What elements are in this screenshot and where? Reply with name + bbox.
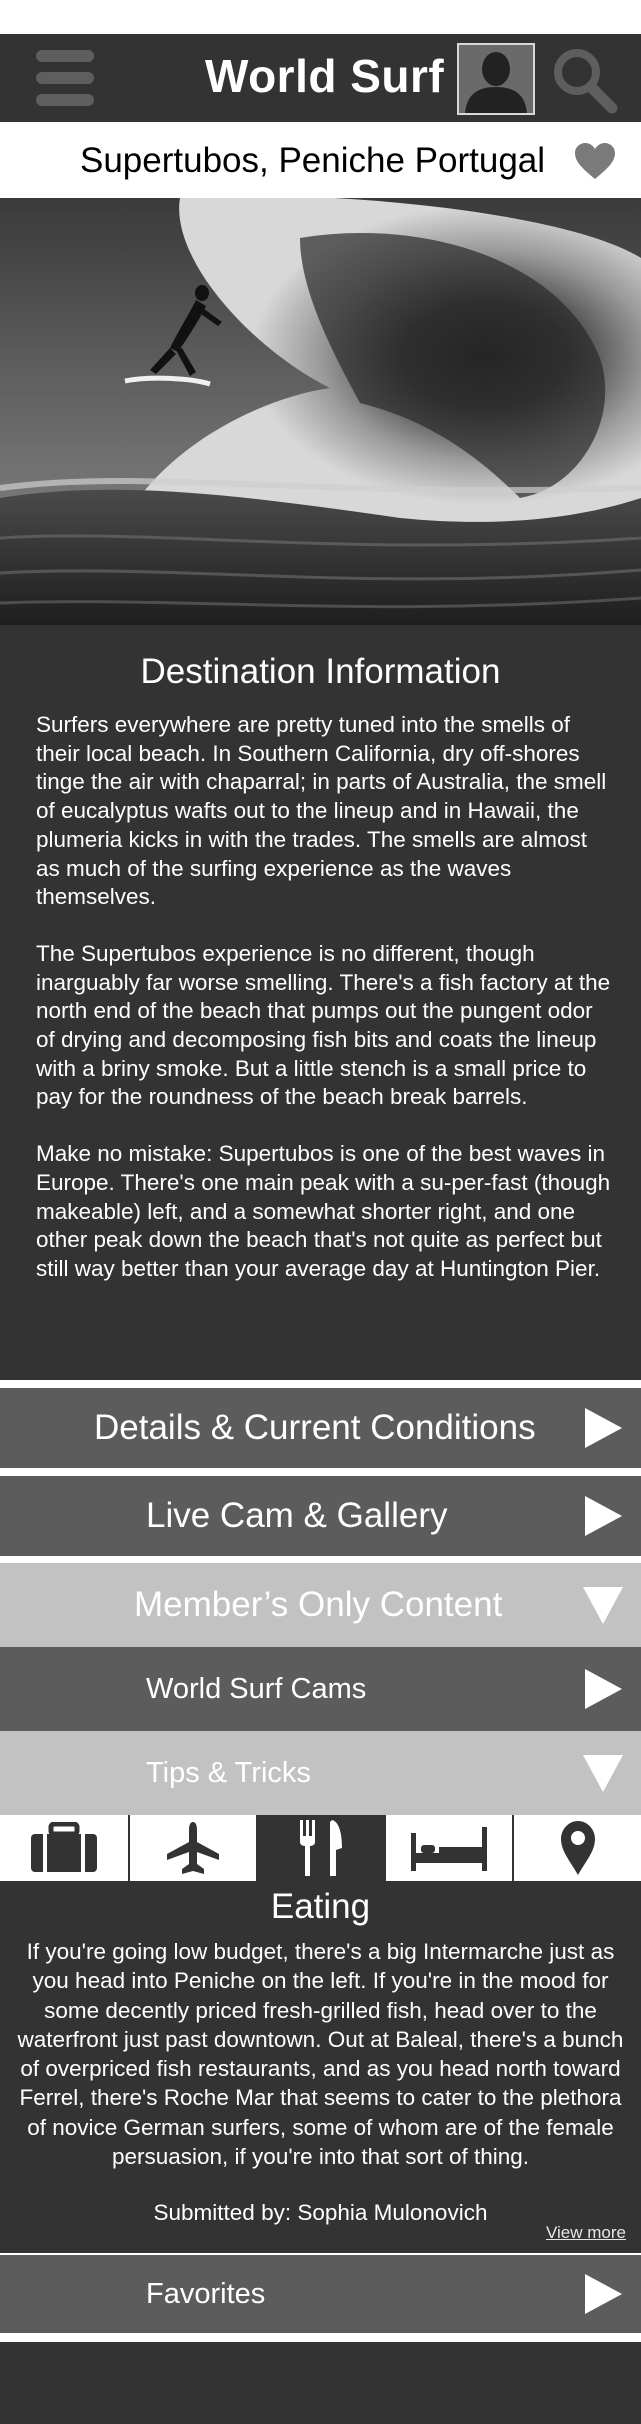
- favorites-label: Favorites: [146, 2278, 266, 2310]
- hamburger-menu-icon[interactable]: [36, 50, 94, 106]
- eating-tip: Eating If you're going low budget, there…: [0, 1881, 641, 2253]
- live-cam-gallery-label: Live Cam & Gallery: [146, 1496, 448, 1535]
- top-strip: [0, 0, 641, 34]
- destination-heading: Destination Information: [140, 652, 501, 691]
- separator: [0, 2333, 641, 2342]
- footer-bar: [0, 2342, 641, 2424]
- tips-tricks-label: Tips & Tricks: [146, 1757, 311, 1789]
- chevron-down-icon: [583, 1587, 623, 1624]
- chevron-right-icon: [585, 1669, 622, 1709]
- destination-paragraph: The Supertubos experience is no differen…: [36, 940, 611, 1110]
- world-surf-cams-label: World Surf Cams: [146, 1673, 367, 1705]
- tab-location[interactable]: [512, 1815, 641, 1881]
- view-more-link[interactable]: View more: [546, 2223, 626, 2243]
- members-only-label: Member’s Only Content: [134, 1585, 503, 1624]
- tab-eating[interactable]: [256, 1815, 384, 1881]
- map-pin-icon: [560, 1821, 595, 1875]
- tips-tricks-row[interactable]: Tips & Tricks: [0, 1731, 641, 1815]
- chevron-right-icon: [585, 1408, 622, 1448]
- user-avatar-icon[interactable]: [457, 43, 535, 115]
- chevron-right-icon: [585, 1496, 622, 1536]
- eating-heading: Eating: [270, 1887, 371, 1926]
- tab-lodging[interactable]: [384, 1815, 512, 1881]
- luggage-icon: [31, 1822, 97, 1872]
- airplane-icon: [167, 1822, 219, 1874]
- hero-wave-image: [0, 198, 641, 625]
- tab-travel[interactable]: [128, 1815, 256, 1881]
- tips-category-tabs: [0, 1815, 641, 1881]
- location-bar: Supertubos, Peniche Portugal: [0, 122, 641, 198]
- live-cam-gallery-row[interactable]: Live Cam & Gallery: [0, 1476, 641, 1556]
- details-conditions-label: Details & Current Conditions: [94, 1408, 536, 1447]
- favorites-row[interactable]: Favorites: [0, 2255, 641, 2333]
- destination-paragraph: Make no mistake: Supertubos is one of th…: [36, 1141, 611, 1281]
- details-conditions-row[interactable]: Details & Current Conditions: [0, 1388, 641, 1468]
- tab-luggage[interactable]: [0, 1815, 128, 1881]
- world-surf-cams-row[interactable]: World Surf Cams: [0, 1647, 641, 1731]
- destination-information: Destination Information Surfers everywhe…: [0, 625, 641, 1380]
- app-header: World Surf: [0, 34, 641, 122]
- submitted-by: Submitted by: Sophia Mulonovich: [153, 2200, 488, 2225]
- members-only-row[interactable]: Member’s Only Content: [0, 1563, 641, 1647]
- eating-body: If you're going low budget, there's a bi…: [17, 1939, 624, 2170]
- heart-icon[interactable]: [574, 142, 616, 180]
- destination-body: Surfers everywhere are pretty tuned into…: [36, 711, 616, 1312]
- chevron-down-icon: [583, 1755, 623, 1792]
- location-title: Supertubos, Peniche Portugal: [80, 141, 546, 180]
- bed-icon: [411, 1827, 487, 1871]
- app-title: World Surf: [205, 50, 445, 102]
- destination-paragraph: Surfers everywhere are pretty tuned into…: [36, 712, 607, 910]
- search-icon[interactable]: [548, 44, 620, 116]
- fork-knife-icon: [300, 1820, 342, 1876]
- chevron-right-icon: [585, 2274, 622, 2314]
